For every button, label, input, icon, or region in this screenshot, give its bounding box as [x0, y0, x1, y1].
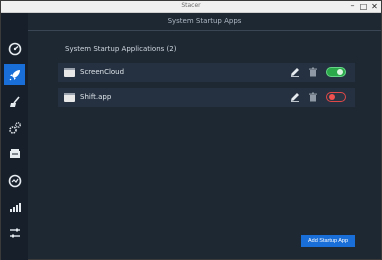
rocket-icon — [9, 69, 20, 80]
sidebar — [1, 13, 28, 260]
title-bar: Stacer – □ ✕ — [1, 1, 381, 13]
sidebar-item-dashboard[interactable] — [4, 38, 25, 59]
close-button[interactable]: ✕ — [369, 1, 380, 12]
sidebar-item-uninstaller[interactable] — [4, 143, 25, 164]
sidebar-item-startup-apps[interactable] — [4, 64, 25, 85]
app-name: Shift.app — [80, 93, 112, 101]
dashboard-icon — [8, 42, 21, 55]
toggle-knob — [337, 69, 343, 75]
trash-icon[interactable] — [308, 92, 318, 102]
edit-icon[interactable] — [290, 67, 300, 77]
toggle-knob — [329, 94, 335, 100]
sidebar-item-processes[interactable] — [4, 196, 25, 217]
gears-icon — [8, 121, 21, 134]
edit-icon[interactable] — [290, 92, 300, 102]
page-title: System Startup Apps — [167, 17, 242, 25]
minimize-button[interactable]: – — [347, 0, 358, 11]
application-icon — [64, 68, 75, 77]
add-startup-app-button[interactable]: Add Startup App — [301, 235, 355, 247]
broom-icon — [9, 95, 20, 107]
enable-toggle[interactable] — [326, 67, 346, 77]
chart-bars-icon — [9, 202, 21, 212]
sidebar-item-resources[interactable] — [4, 170, 25, 191]
application-icon — [64, 93, 75, 102]
app-name: ScreenCloud — [80, 68, 125, 76]
startup-app-row: ScreenCloud — [58, 63, 355, 82]
sidebar-item-settings[interactable] — [4, 222, 25, 243]
sidebar-item-services[interactable] — [4, 117, 25, 138]
resources-icon — [8, 174, 21, 187]
app-window: Stacer – □ ✕ System Startup Apps System … — [0, 0, 382, 260]
enable-toggle[interactable] — [326, 92, 346, 102]
maximize-button[interactable]: □ — [358, 1, 369, 12]
window-title: Stacer — [181, 2, 201, 9]
sidebar-item-system-cleaner[interactable] — [4, 91, 25, 112]
page-header: System Startup Apps — [28, 13, 381, 31]
startup-app-row: Shift.app — [58, 88, 355, 107]
sliders-icon — [9, 228, 20, 237]
trash-icon[interactable] — [308, 67, 318, 77]
startup-apps-count: System Startup Applications (2) — [65, 45, 177, 53]
uninstaller-icon — [9, 148, 20, 158]
